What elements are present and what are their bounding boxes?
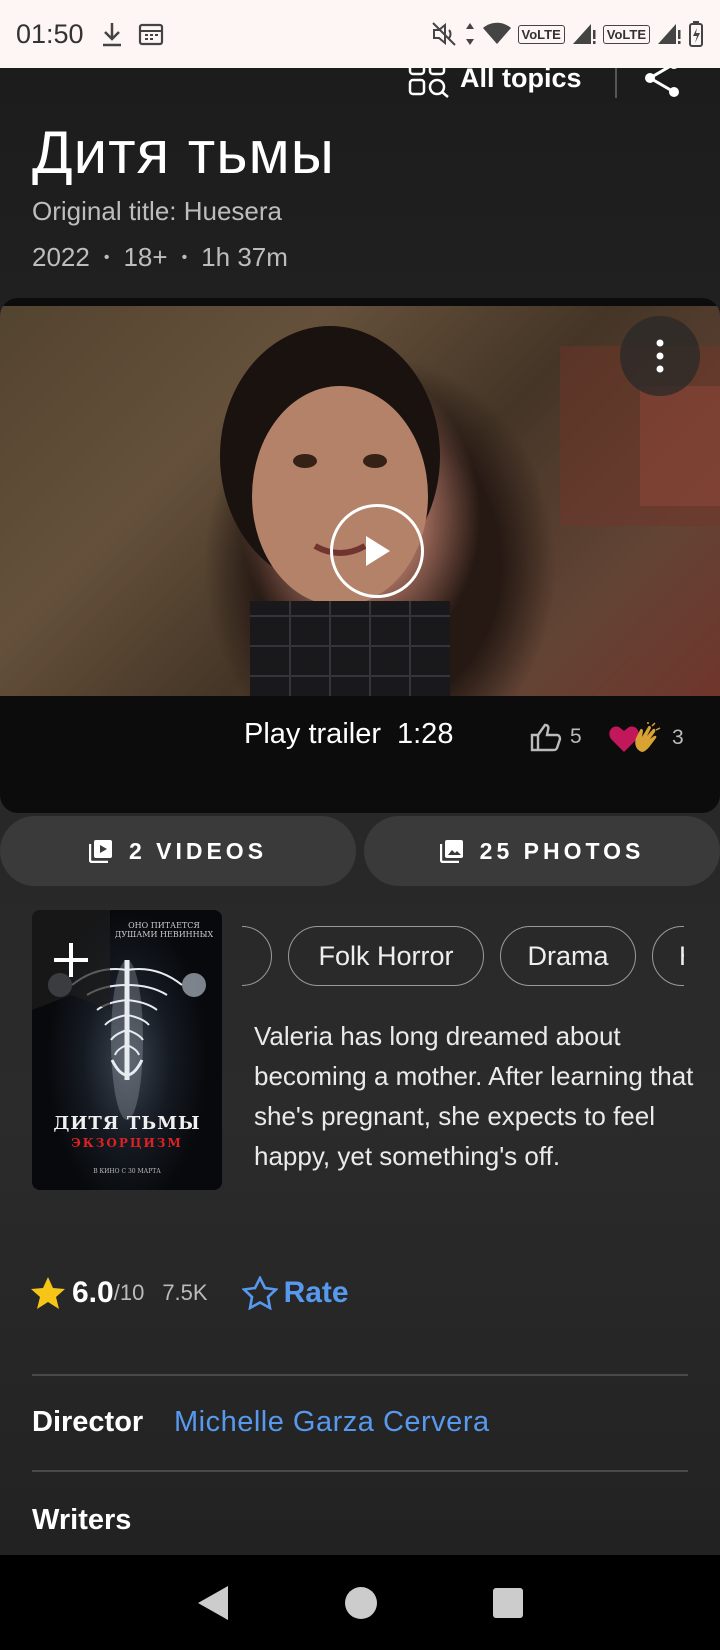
status-left-icons	[100, 20, 164, 48]
movie-poster[interactable]: ОНО ПИТАЕТСЯ ДУШАМИ НЕВИННЫХ ДИТЯ ТЬМЫ Э…	[32, 910, 222, 1190]
director-link[interactable]: Michelle Garza Cervera	[174, 1406, 490, 1439]
system-nav-bar	[0, 1555, 720, 1650]
heart-clap-icon	[609, 722, 661, 752]
video-library-icon	[88, 840, 112, 863]
play-button[interactable]	[330, 504, 424, 598]
status-right-icons: VoLTE VoLTE	[430, 20, 705, 48]
recents-icon[interactable]	[492, 1587, 524, 1619]
share-button[interactable]	[642, 68, 684, 103]
meta-separator: •	[103, 248, 110, 266]
movie-year[interactable]: 2022	[32, 242, 90, 273]
data-arrows-icon	[465, 23, 474, 45]
photos-button[interactable]: 25 PHOTOS	[364, 816, 720, 886]
genre-chip[interactable]: H	[652, 926, 684, 986]
movie-meta: 2022 • 18+ • 1h 37m	[32, 242, 288, 273]
thumbs-up-icon	[530, 723, 562, 752]
calendar-icon	[138, 23, 163, 46]
genre-chip[interactable]: Folk Horror	[288, 926, 484, 986]
section-divider	[32, 1470, 688, 1472]
rate-button[interactable]: Rate	[241, 1276, 349, 1310]
rating-value: 6.0	[72, 1276, 114, 1309]
rating-row: 6.0 /10 7.5K Rate	[30, 1276, 349, 1310]
photos-label: 25 PHOTOS	[479, 837, 645, 864]
share-icon	[645, 68, 679, 97]
volte-badge-2: VoLTE	[602, 24, 650, 44]
trailer-still-image	[0, 306, 720, 696]
genre-chips[interactable]: Folk Horror Drama H	[242, 926, 684, 988]
more-vert-icon	[656, 339, 664, 373]
movie-age-rating: 18+	[123, 242, 168, 272]
battery-charging-icon	[689, 21, 703, 47]
poster-title: ДИТЯ ТЬМЫ	[53, 1113, 201, 1134]
rating-max: /10	[113, 1280, 145, 1305]
poster-subtitle: ЭКЗОРЦИЗМ	[71, 1136, 183, 1150]
star-filled-icon	[31, 1277, 65, 1309]
play-trailer-label[interactable]: Play trailer	[244, 718, 381, 751]
all-topics-label: All topics	[460, 68, 582, 93]
trailer-card[interactable]: Play trailer 1:28 5 3	[0, 298, 720, 813]
topics-divider	[615, 68, 617, 98]
trailer-thumbnail[interactable]	[0, 306, 720, 696]
status-bar: 01:50 VoLTE VoLTE	[0, 0, 720, 68]
movie-title: Дитя тьмы	[32, 119, 335, 186]
videos-button[interactable]: 2 VIDEOS	[0, 816, 356, 886]
videos-label: 2 VIDEOS	[128, 837, 268, 864]
director-label: Director	[32, 1406, 144, 1438]
star-outline-icon	[241, 1276, 278, 1310]
download-icon	[102, 23, 121, 47]
wifi-icon	[482, 22, 511, 44]
signal-1-icon	[572, 24, 596, 44]
all-topics-icon	[408, 68, 449, 98]
plus-icon	[54, 943, 88, 977]
meta-separator: •	[181, 248, 188, 266]
title-detail-screen[interactable]: All topics Дитя тьмы Original title: Hue…	[0, 68, 720, 1555]
poster-release: В КИНО С 30 МАРТА	[93, 1168, 161, 1175]
signal-2-icon	[658, 24, 681, 44]
trailer-info[interactable]: Play trailer 1:28	[244, 718, 453, 751]
home-icon[interactable]	[343, 1585, 379, 1621]
trailer-reactions[interactable]: 3	[608, 722, 684, 754]
status-time: 01:50	[16, 18, 84, 49]
writers-label: Writers	[32, 1504, 132, 1536]
rating-count: 7.5K	[162, 1280, 208, 1305]
original-title: Original title: Huesera	[32, 196, 282, 226]
volte-badge-1: VoLTE	[517, 24, 565, 44]
genre-chip-partial[interactable]	[242, 926, 272, 986]
plot-summary[interactable]: Valeria has long dreamed about becoming …	[254, 1016, 694, 1176]
add-to-watchlist-button[interactable]	[32, 910, 110, 1010]
genre-chip[interactable]: Drama	[500, 926, 636, 986]
trailer-like-button[interactable]: 5	[530, 722, 582, 752]
trailer-more-options-button[interactable]	[620, 316, 700, 396]
poster-tagline: ОНО ПИТАЕТСЯ ДУШАМИ НЕВИННЫХ	[114, 921, 214, 939]
play-icon	[366, 536, 390, 566]
mute-icon	[431, 22, 456, 46]
photo-library-icon	[439, 840, 463, 863]
all-topics-button[interactable]: All topics	[408, 68, 582, 98]
back-icon[interactable]	[196, 1584, 230, 1622]
like-count: 5	[570, 725, 582, 748]
section-divider	[32, 1374, 688, 1376]
rate-label: Rate	[283, 1276, 349, 1309]
topics-bar: All topics	[0, 68, 720, 104]
trailer-duration: 1:28	[397, 718, 454, 750]
reaction-count: 3	[672, 726, 684, 749]
movie-runtime: 1h 37m	[201, 242, 288, 272]
media-buttons: 2 VIDEOS 25 PHOTOS	[0, 816, 720, 886]
